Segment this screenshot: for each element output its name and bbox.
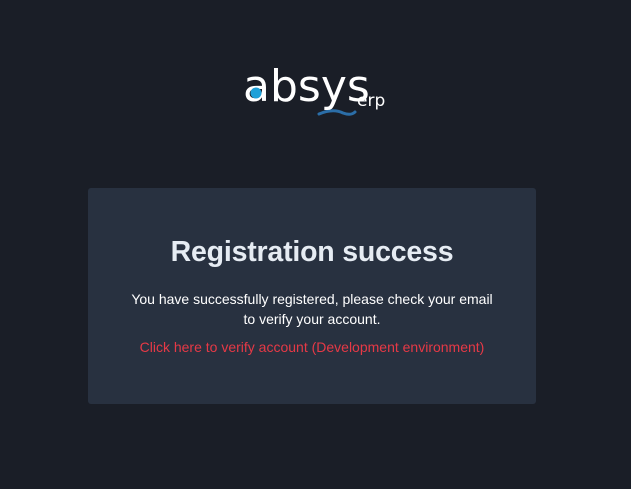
success-message-line-1: You have successfully registered, please… [131, 291, 493, 307]
page: absys erp Registration success You have … [0, 0, 631, 489]
registration-card: Registration success You have successful… [88, 188, 536, 404]
absys-erp-logo: absys erp [243, 58, 393, 120]
logo-suffix: erp [357, 91, 385, 111]
verify-account-link[interactable]: Click here to verify account (Developmen… [88, 338, 536, 356]
success-message: You have successfully registered, please… [118, 289, 506, 329]
success-message-line-2: to verify your account. [243, 311, 381, 327]
logo-word: absys [243, 61, 370, 112]
card-title: Registration success [170, 236, 454, 268]
